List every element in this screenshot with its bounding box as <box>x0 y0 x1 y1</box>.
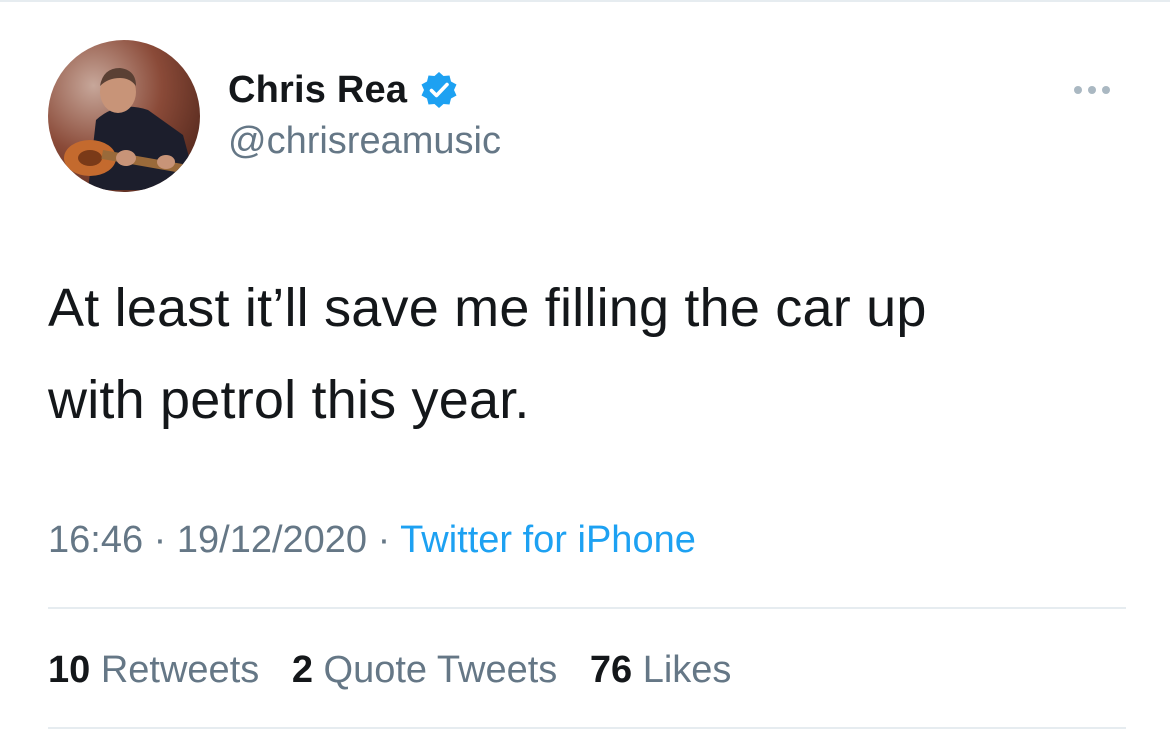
top-divider <box>0 0 1170 2</box>
retweets-label: Retweets <box>100 649 260 691</box>
quote-tweets-stat[interactable]: 2 Quote Tweets <box>292 649 557 691</box>
stats-top-divider <box>48 607 1126 609</box>
author-handle[interactable]: @chrisreamusic <box>228 120 501 163</box>
quote-tweets-label: Quote Tweets <box>323 649 558 691</box>
likes-count: 76 <box>589 649 633 691</box>
stats-bottom-divider <box>48 727 1126 729</box>
likes-stat[interactable]: 76 Likes <box>590 649 732 691</box>
retweets-stat[interactable]: 10 Retweets <box>48 649 259 691</box>
tweet-text-line: with petrol this year. <box>48 370 530 430</box>
avatar-photo <box>48 40 200 192</box>
meta-separator: · <box>377 519 391 561</box>
display-name: Chris Rea <box>228 68 408 111</box>
tweet-meta: 16:46 · 19/12/2020 · Twitter for iPhone <box>48 512 696 568</box>
author-name-row[interactable]: Chris Rea <box>228 64 459 116</box>
tweet-text-line: At least it’ll save me filling the car u… <box>48 278 927 338</box>
tweet-text: At least it’ll save me filling the car u… <box>48 262 1128 446</box>
tweet-date[interactable]: 19/12/2020 <box>177 519 367 561</box>
more-horizontal-icon[interactable] <box>1068 78 1116 102</box>
tweet-time[interactable]: 16:46 <box>48 519 143 561</box>
verified-badge-icon <box>419 70 459 110</box>
quote-tweets-count: 2 <box>291 649 313 691</box>
meta-separator: · <box>153 519 167 561</box>
tweet-stats: 10 Retweets 2 Quote Tweets 76 Likes <box>48 642 753 698</box>
retweets-count: 10 <box>48 649 91 691</box>
avatar[interactable] <box>48 40 200 192</box>
likes-label: Likes <box>642 649 732 691</box>
tweet-source-link[interactable]: Twitter for iPhone <box>400 519 696 561</box>
